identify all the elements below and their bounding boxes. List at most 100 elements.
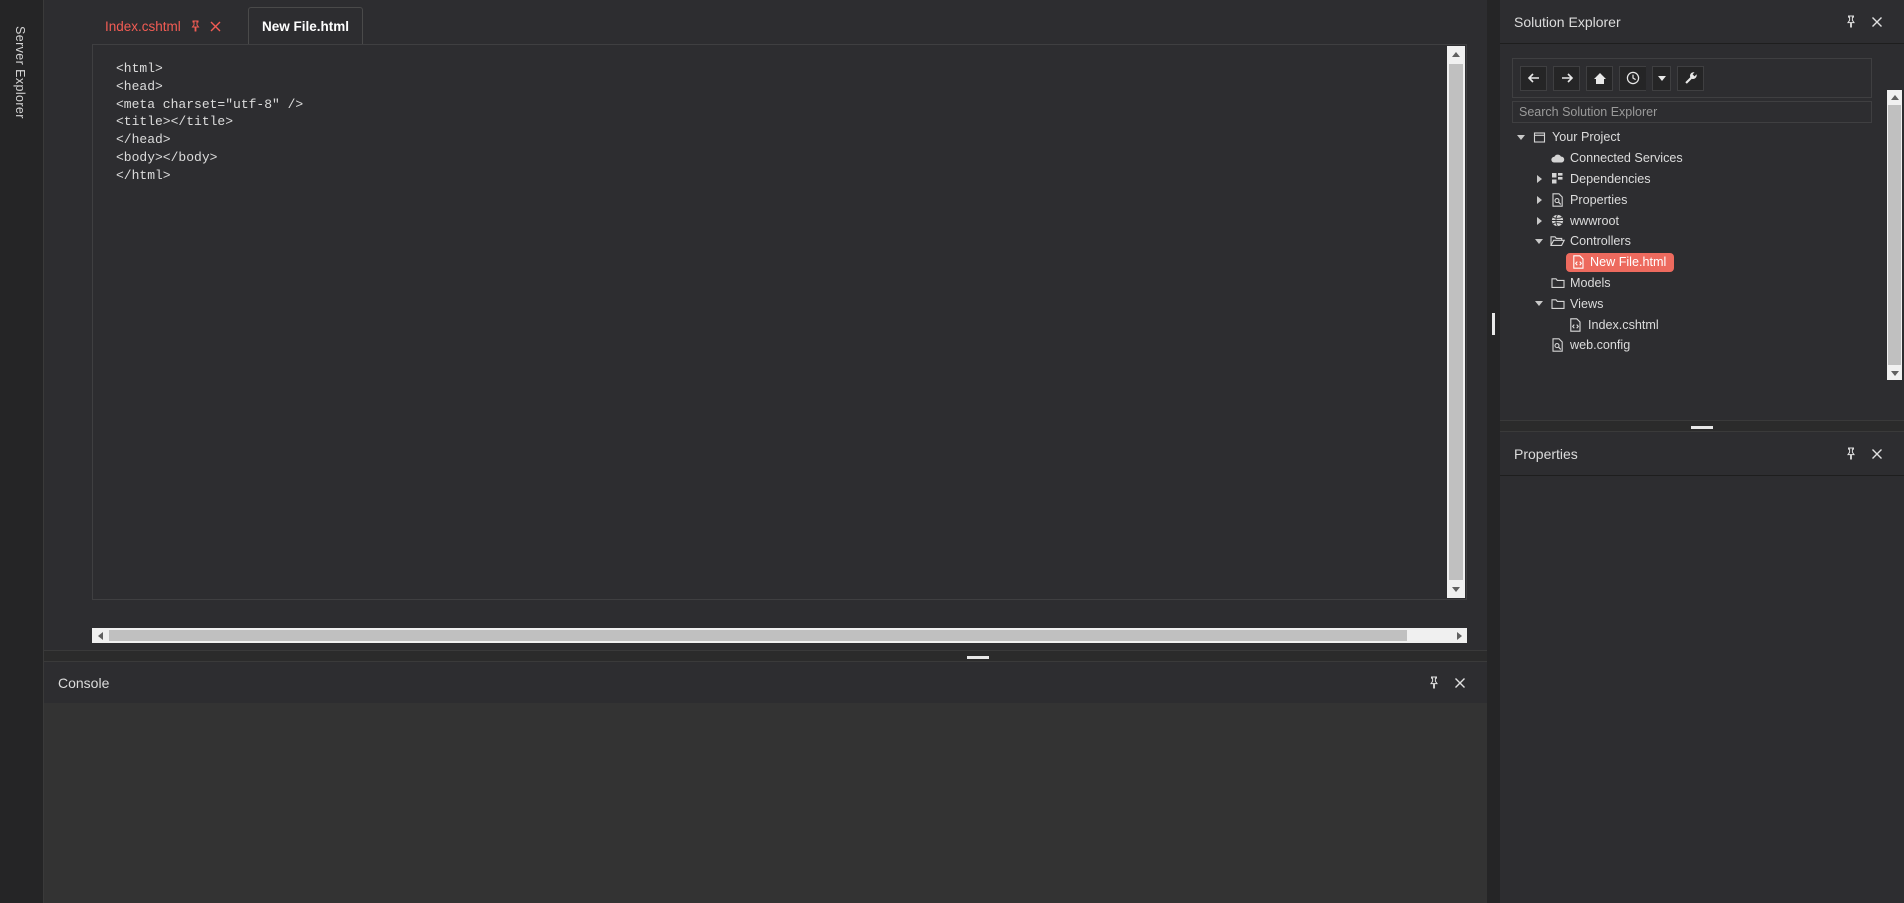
scroll-down-arrow-icon[interactable] [1887,366,1902,380]
folder-open-icon [1548,235,1567,247]
editor-tabstrip: Index.cshtml New File.html [44,0,1487,44]
tree-item-label: Index.cshtml [1588,317,1659,332]
forward-button[interactable] [1553,65,1580,91]
tree-item-label: Views [1570,296,1604,311]
scroll-up-arrow-icon[interactable] [1887,90,1902,104]
console-header: Console [44,662,1487,704]
pin-icon[interactable] [1838,9,1864,35]
right-dock: Solution Explorer Search Solution Explor… [1500,0,1904,903]
splitter-grip[interactable] [1492,313,1495,335]
editor-region: Index.cshtml New File.html <html> <head>… [44,0,1487,655]
solution-explorer-scrollbar[interactable] [1887,90,1902,380]
panel-title: Solution Explorer [1514,13,1621,30]
sidebar-item-server-explorer[interactable]: Server Explorer [13,26,27,119]
tree-item-connected-services[interactable]: Connected Services [1512,148,1882,169]
scroll-up-arrow-icon[interactable] [1447,46,1465,63]
html-file-icon [1570,255,1587,269]
search-input[interactable]: Search Solution Explorer [1512,101,1872,123]
home-button[interactable] [1586,65,1613,91]
scrollbar-thumb[interactable] [1888,105,1901,365]
splitter-grip[interactable] [1691,426,1713,429]
scroll-right-arrow-icon[interactable] [1451,628,1467,643]
tab-label: Index.cshtml [105,18,181,34]
tree-item-controllers[interactable]: Controllers [1512,231,1882,252]
tree-item-label: wwwroot [1570,213,1619,228]
tab-label: New File.html [262,18,350,34]
tree-item-index-cshtml[interactable]: Index.cshtml [1512,314,1882,335]
panel-title: Console [58,674,110,691]
pin-icon[interactable] [1838,441,1864,467]
config-icon [1548,338,1567,353]
chevron-right-icon[interactable] [1530,174,1548,183]
scroll-down-arrow-icon[interactable] [1447,581,1465,598]
solution-tree[interactable]: Your Project Connected Services Dependenci… [1512,127,1882,397]
tree-item-properties[interactable]: Properties [1512,189,1882,210]
packages-icon [1548,172,1567,185]
config-icon [1548,193,1567,207]
tree-item-views[interactable]: Views [1512,293,1882,314]
tree-item-label: web.config [1570,338,1631,353]
tree-item-wwwroot[interactable]: wwwroot [1512,210,1882,231]
tree-item-label: Controllers [1570,234,1631,249]
pin-icon[interactable] [1421,670,1447,696]
close-icon[interactable] [1864,441,1890,467]
console-panel: Console [44,662,1487,903]
tree-item-label: Dependencies [1570,171,1651,186]
splitter-grip[interactable] [967,656,989,659]
chevron-down-icon[interactable] [1530,301,1548,307]
close-icon[interactable] [1447,670,1473,696]
scrollbar-thumb[interactable] [109,630,1407,641]
solution-explorer-panel: Solution Explorer Search Solution Explor… [1500,0,1904,420]
globe-icon [1548,214,1567,227]
console-output[interactable] [44,704,1487,903]
chevron-down-icon[interactable] [1512,134,1530,140]
chevron-right-icon[interactable] [1530,216,1548,225]
editor-horizontal-scrollbar[interactable] [92,628,1467,643]
code-editor[interactable]: <html> <head> <meta charset="utf-8" /> <… [92,44,1467,600]
folder-icon [1548,298,1567,310]
scrollbar-thumb[interactable] [1449,64,1463,580]
close-icon[interactable] [210,21,221,32]
editor-vertical-scrollbar[interactable] [1447,46,1465,598]
ide-window: Server Explorer Index.cshtml New File.ht… [0,0,1904,903]
tree-item-label: New File.html [1590,255,1667,270]
pending-changes-dropdown[interactable] [1652,65,1671,91]
panel-title: Properties [1514,445,1578,462]
html-file-icon [1566,317,1585,332]
tree-item-dependencies[interactable]: Dependencies [1512,169,1882,190]
pin-icon[interactable] [190,20,201,32]
solution-explorer-toolbar [1512,58,1872,98]
tree-item-label: Your Project [1552,130,1621,145]
tree-item-web-config[interactable]: web.config [1512,335,1882,356]
properties-button[interactable] [1677,65,1704,91]
horizontal-splitter[interactable] [44,650,1487,662]
back-button[interactable] [1520,65,1547,91]
code-content[interactable]: <html> <head> <meta charset="utf-8" /> <… [116,60,303,185]
folder-icon [1548,277,1567,289]
tree-item-models[interactable]: Models [1512,273,1882,294]
tree-item-new-file-html[interactable]: New File.html [1512,252,1882,273]
cloud-icon [1548,153,1567,164]
pending-changes-button[interactable] [1619,65,1646,91]
chevron-right-icon[interactable] [1530,195,1548,204]
tree-item-label: Models [1570,275,1611,290]
properties-header: Properties [1500,432,1904,476]
solution-explorer-content: Search Solution Explorer Your Project Con… [1500,44,1904,420]
left-dock: Server Explorer [0,0,44,903]
scroll-left-arrow-icon[interactable] [92,628,108,643]
tree-item-selected[interactable]: New File.html [1566,252,1675,272]
vertical-splitter[interactable] [1487,0,1500,655]
tree-item-label: Connected Services [1570,151,1683,166]
tree-item-label: Properties [1570,192,1628,207]
right-dock-splitter[interactable] [1500,420,1904,432]
solution-explorer-header: Solution Explorer [1500,0,1904,44]
properties-panel: Properties [1500,432,1904,903]
properties-content[interactable] [1500,476,1904,903]
tree-item-your-project[interactable]: Your Project [1512,127,1882,148]
tab-new-file-html[interactable]: New File.html [248,7,364,44]
close-icon[interactable] [1864,9,1890,35]
search-placeholder: Search Solution Explorer [1519,105,1658,119]
solution-icon [1530,131,1549,144]
tab-index-cshtml[interactable]: Index.cshtml [92,8,234,44]
chevron-down-icon[interactable] [1530,238,1548,244]
